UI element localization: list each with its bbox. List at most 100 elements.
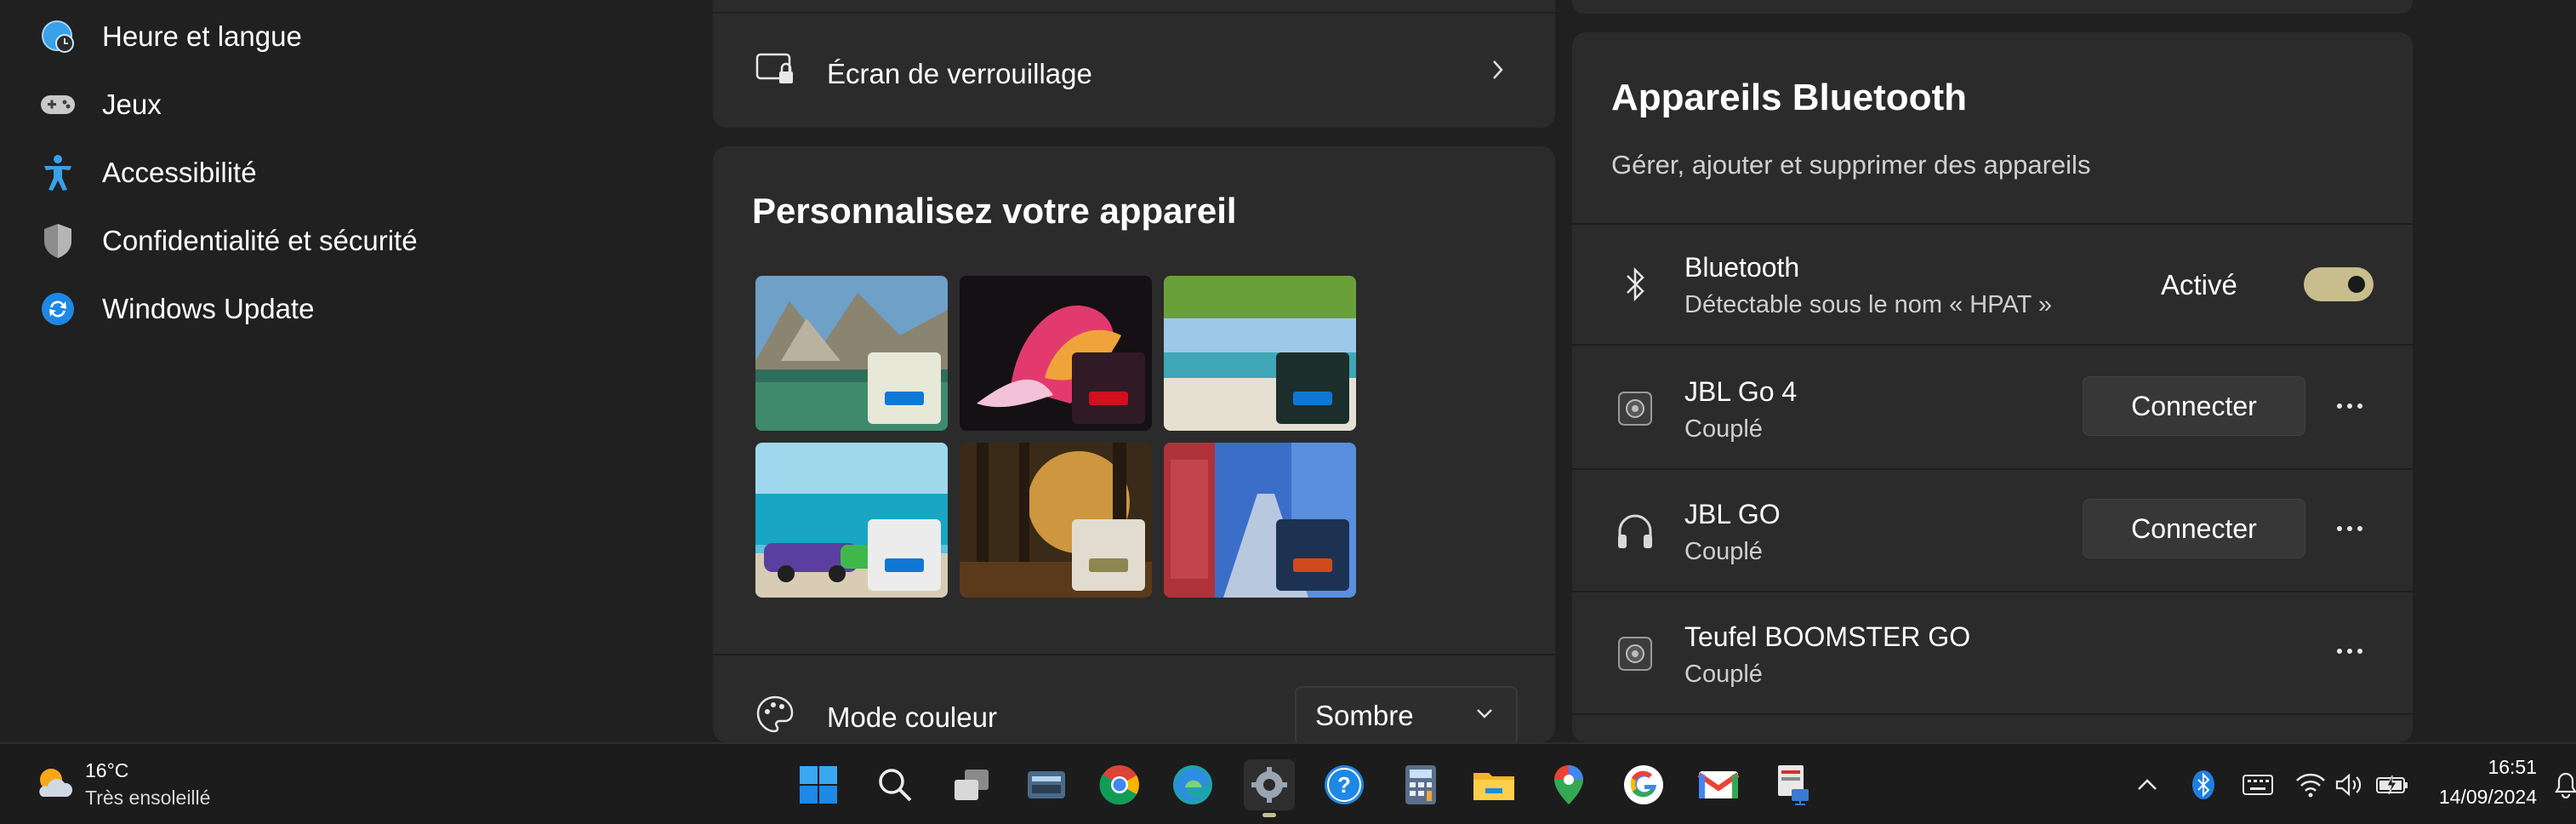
row-divider — [1572, 591, 2413, 592]
theme-window-preview — [1276, 519, 1349, 591]
chevron-down-icon — [1475, 707, 1494, 724]
chrome-icon[interactable] — [1094, 759, 1145, 810]
svg-text:?: ? — [1337, 772, 1351, 798]
weather-description: Très ensoleillé — [85, 787, 211, 809]
sidebar-item-label: Windows Update — [102, 293, 315, 324]
connect-button[interactable]: Connecter — [2083, 499, 2305, 558]
bluetooth-devices-card: Appareils Bluetooth Gérer, ajouter et su… — [1572, 32, 2413, 742]
notification-bell-icon[interactable] — [2549, 768, 2576, 802]
row-divider — [1572, 344, 2413, 346]
speaker-icon — [1615, 388, 1656, 429]
bluetooth-state-label: Activé — [2161, 269, 2237, 300]
speaker-icon — [1615, 633, 1656, 674]
more-options-icon[interactable] — [2322, 630, 2377, 672]
theme-window-preview — [1072, 519, 1145, 591]
sidebar-item-label: Heure et langue — [102, 20, 302, 52]
sidebar-item-privacy-security[interactable]: Confidentialité et sécurité — [37, 211, 650, 271]
device-name: Teufel BOOMSTER GO — [1684, 621, 1971, 652]
color-mode-label: Mode couleur — [827, 701, 997, 733]
calculator-icon[interactable] — [1395, 759, 1446, 810]
clock-date: 14/09/2024 — [2438, 786, 2537, 808]
help-icon[interactable]: ? — [1319, 759, 1370, 810]
theme-thumbnail-flower[interactable] — [960, 276, 1152, 431]
keyboard-app-icon[interactable] — [1021, 759, 1072, 810]
theme-window-preview — [1072, 352, 1145, 424]
device-status: Couplé — [1684, 538, 1763, 565]
row-divider — [1572, 468, 2413, 470]
sidebar-item-time-language[interactable]: Heure et langue — [37, 7, 650, 66]
shield-icon — [37, 220, 78, 261]
maps-icon[interactable] — [1543, 759, 1594, 810]
sidebar-item-label: Confidentialité et sécurité — [102, 225, 418, 256]
clock[interactable]: 16:51 14/09/2024 — [2426, 756, 2537, 815]
wifi-icon[interactable] — [2294, 768, 2328, 802]
weather-temperature: 16°C — [85, 759, 129, 781]
device-name: JBL GO — [1684, 499, 1781, 529]
palette-icon — [755, 695, 795, 738]
theme-thumbnail-blue-street[interactable] — [1164, 443, 1356, 598]
row-divider — [1572, 713, 2413, 715]
clock-time: 16:51 — [2488, 756, 2537, 778]
previous-card-bottom — [1572, 0, 2413, 14]
globe-clock-icon — [37, 16, 78, 57]
theme-thumbnail-mountain-lake[interactable] — [755, 276, 948, 431]
active-app-indicator — [1262, 813, 1276, 817]
file-explorer-icon[interactable] — [1468, 759, 1519, 810]
sun-cloud-icon — [32, 764, 73, 806]
row-divider — [713, 12, 1555, 14]
row-divider — [713, 654, 1555, 655]
keyboard-icon[interactable] — [2241, 768, 2275, 802]
theme-window-preview — [868, 519, 941, 591]
theme-window-preview — [1276, 352, 1349, 424]
sidebar-item-label: Jeux — [102, 89, 162, 120]
accessibility-icon — [37, 152, 78, 193]
chevron-up-icon[interactable] — [2130, 768, 2164, 802]
sidebar-item-accessibility[interactable]: Accessibilité — [37, 143, 650, 203]
google-icon[interactable] — [1618, 759, 1669, 810]
more-options-icon[interactable] — [2322, 507, 2377, 550]
task-view-icon[interactable] — [946, 759, 997, 810]
sidebar-item-label: Accessibilité — [102, 157, 257, 188]
bluetooth-card-title: Appareils Bluetooth — [1611, 77, 1968, 118]
personalize-card: Personnalisez votre appareil Mode couleu… — [713, 146, 1555, 746]
bluetooth-toggle[interactable] — [2304, 267, 2374, 301]
bluetooth-subtitle: Détectable sous le nom « HPAT » — [1684, 291, 2052, 318]
device-status: Couplé — [1684, 661, 1763, 688]
volume-icon[interactable] — [2333, 768, 2367, 802]
bluetooth-card-description: Gérer, ajouter et supprimer des appareil… — [1611, 150, 2091, 180]
row-divider — [1572, 223, 2413, 225]
personalize-title: Personnalisez votre appareil — [752, 191, 1237, 231]
battery-charging-icon[interactable] — [2375, 768, 2409, 802]
lock-screen-label: Écran de verrouillage — [827, 58, 1092, 89]
toggle-knob — [2348, 276, 2365, 293]
bluetooth-icon — [1615, 264, 1656, 305]
theme-thumbnail-forest[interactable] — [960, 443, 1152, 598]
sidebar-item-windows-update[interactable]: Windows Update — [37, 279, 650, 339]
start-icon[interactable] — [793, 759, 844, 810]
settings-app-icon[interactable] — [1244, 759, 1295, 817]
update-icon — [37, 289, 78, 329]
taskbar: 16°C Très ensoleillé ? 16:51 14/09/2024 — [0, 742, 2576, 824]
sidebar-item-gaming[interactable]: Jeux — [37, 75, 650, 134]
headphones-icon — [1615, 511, 1656, 552]
bluetooth-tray-icon[interactable] — [2186, 768, 2220, 802]
search-icon[interactable] — [869, 759, 920, 810]
edge-icon[interactable] — [1167, 759, 1218, 810]
gmail-icon[interactable] — [1693, 759, 1744, 810]
theme-thumbnail-car-beach[interactable] — [755, 443, 948, 598]
weather-widget[interactable]: 16°C Très ensoleillé — [31, 756, 235, 815]
chevron-right-icon — [1489, 58, 1506, 86]
color-mode-value: Sombre — [1315, 700, 1414, 731]
connect-button[interactable]: Connecter — [2083, 376, 2305, 436]
gamepad-icon — [37, 84, 78, 125]
bluetooth-label: Bluetooth — [1684, 252, 1800, 283]
lock-screen-row[interactable]: Écran de verrouillage — [713, 0, 1555, 128]
settings-sidebar: Heure et langue Jeux Accessibilité Confi… — [0, 0, 706, 742]
lock-screen-icon — [755, 53, 796, 91]
network-tool-icon[interactable] — [1768, 759, 1819, 810]
more-options-icon[interactable] — [2322, 385, 2377, 427]
theme-thumbnail-beach[interactable] — [1164, 276, 1356, 431]
device-status: Couplé — [1684, 415, 1763, 443]
theme-window-preview — [868, 352, 941, 424]
color-mode-dropdown[interactable]: Sombre — [1295, 686, 1518, 746]
